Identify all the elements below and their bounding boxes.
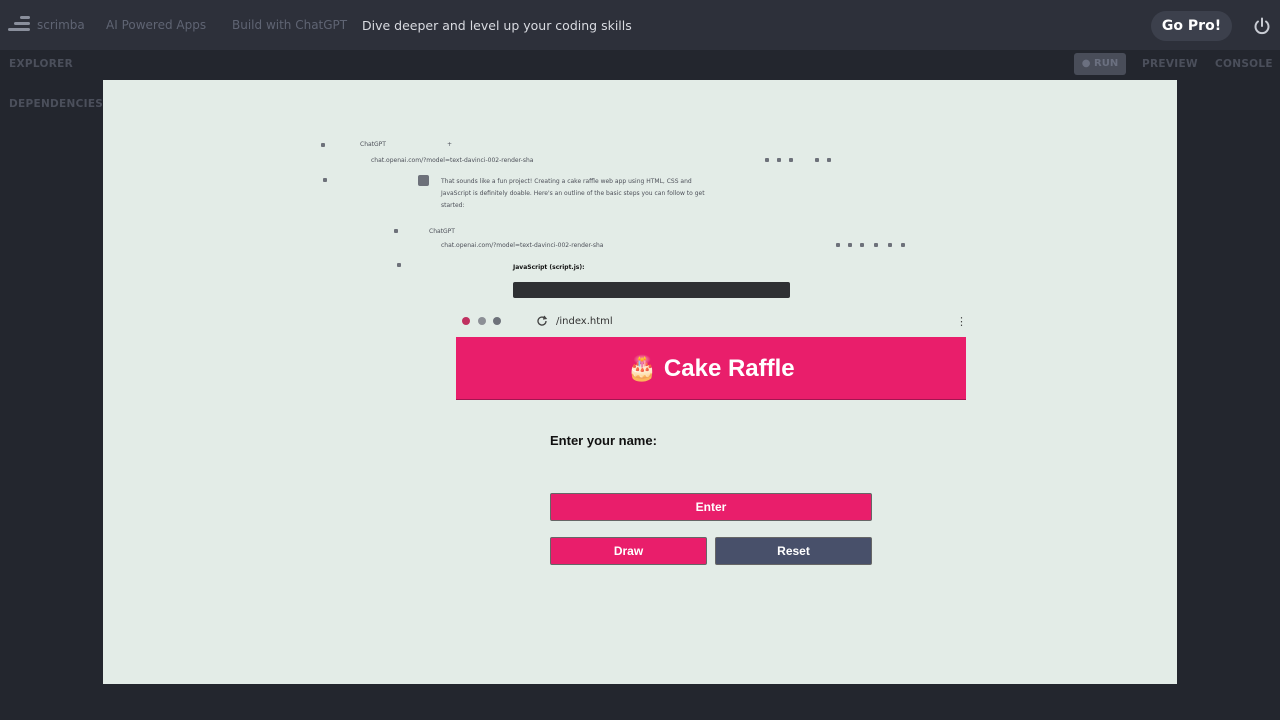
power-icon[interactable] [1252, 16, 1272, 36]
enter-button[interactable]: Enter [550, 493, 872, 521]
toolbar-icon [860, 243, 864, 247]
reset-button[interactable]: Reset [715, 537, 872, 565]
app-title: 🎂 Cake Raffle [627, 355, 795, 382]
tab-favicon-icon [321, 143, 325, 147]
toolbar-icon [777, 158, 781, 162]
toolbar-icon [874, 243, 878, 247]
toolbar-icon [901, 243, 905, 247]
run-label: RUN [1094, 58, 1119, 69]
sidebar-toggle-icon [397, 263, 401, 267]
dependencies-panel-label[interactable]: DEPENDENCIES [9, 98, 103, 110]
toolbar-icon [848, 243, 852, 247]
toolbar-icon [789, 158, 793, 162]
embedded-tab-2: ChatGPT [429, 228, 455, 235]
name-label: Enter your name: [550, 433, 657, 448]
app-toolbar: /index.html ⋮ [456, 312, 968, 334]
embedded-new-tab-1: + [447, 141, 453, 148]
tab-preview[interactable]: PREVIEW [1142, 58, 1198, 70]
sidebar-toggle-icon [323, 178, 327, 182]
code-block [513, 282, 790, 298]
explorer-panel-label[interactable]: EXPLORER [9, 58, 73, 70]
preview-pane: ChatGPT + chat.openai.com/?model=text-da… [103, 80, 1177, 684]
toolbar-icon [827, 158, 831, 162]
breadcrumb-lesson[interactable]: Build with ChatGPT [232, 18, 347, 32]
toolbar-icon [836, 243, 840, 247]
breadcrumb-home[interactable]: scrimba [37, 18, 85, 32]
chatgpt-avatar [418, 175, 429, 186]
go-pro-button[interactable]: Go Pro! [1151, 11, 1232, 41]
chat-line-1: That sounds like a fun project! Creating… [441, 178, 692, 185]
embedded-url-2: chat.openai.com/?model=text-davinci-002-… [441, 242, 604, 249]
chat-line-2: JavaScript is definitely doable. Here's … [441, 190, 705, 197]
forward-icon[interactable] [478, 317, 486, 325]
toolbar-icon [888, 243, 892, 247]
app-header: 🎂 Cake Raffle [456, 337, 966, 400]
tab-favicon-icon [394, 229, 398, 233]
reload-icon[interactable] [536, 315, 548, 327]
draw-button[interactable]: Draw [550, 537, 707, 565]
tab-console[interactable]: CONSOLE [1215, 58, 1273, 70]
back-icon[interactable] [462, 317, 470, 325]
top-bar: scrimba AI Powered Apps Build with ChatG… [0, 0, 1280, 50]
embedded-tab-1: ChatGPT [360, 141, 386, 148]
embedded-url-1: chat.openai.com/?model=text-davinci-002-… [371, 157, 534, 164]
code-heading: JavaScript (script.js): [513, 264, 585, 271]
tagline: Dive deeper and level up your coding ski… [362, 18, 632, 33]
breadcrumb-course[interactable]: AI Powered Apps [106, 18, 206, 32]
toolbar-icon [815, 158, 819, 162]
scrimba-logo-icon[interactable] [8, 16, 30, 34]
app-url[interactable]: /index.html [556, 316, 613, 327]
toolbar-icon [765, 158, 769, 162]
more-menu-icon[interactable]: ⋮ [956, 315, 967, 328]
chat-line-3: started: [441, 202, 465, 209]
extension-icon[interactable] [493, 317, 501, 325]
run-button[interactable]: ● RUN [1074, 53, 1126, 75]
